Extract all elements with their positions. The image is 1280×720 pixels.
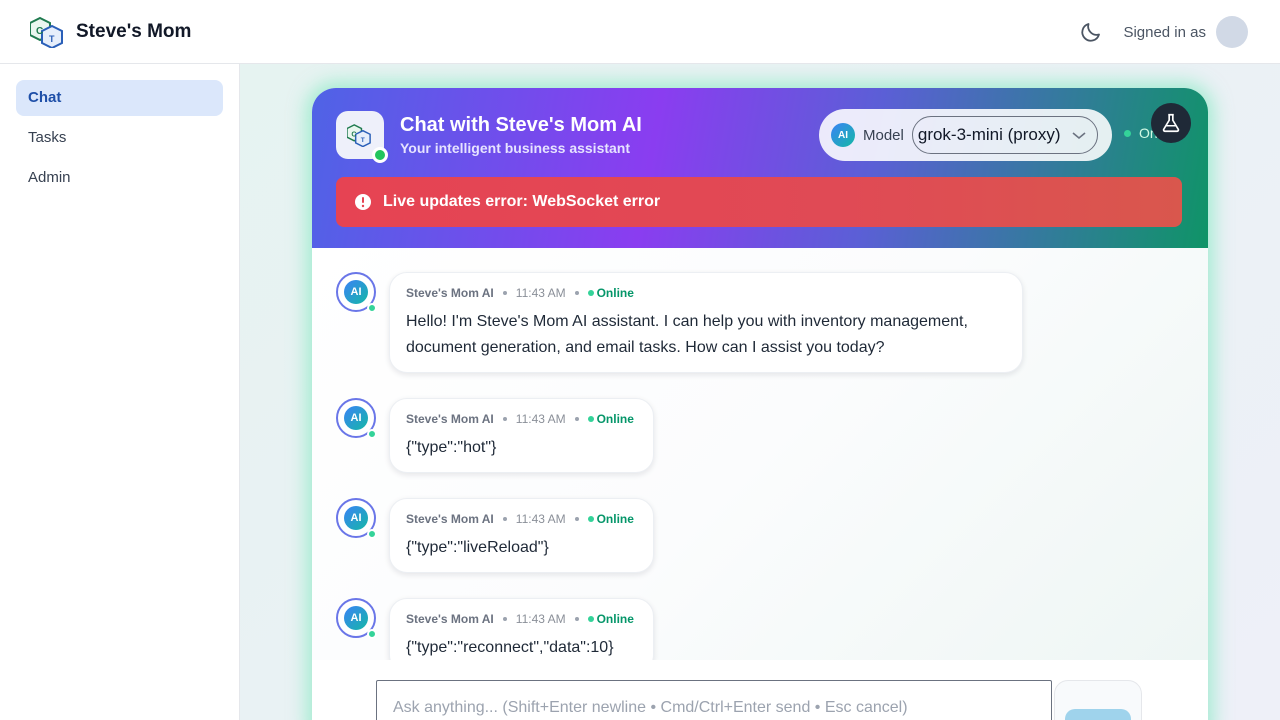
model-select-value: grok-3-mini (proxy)	[917, 125, 1061, 144]
meta-separator	[502, 417, 507, 421]
message-bubble: Steve's Mom AI 11:43 AM Online Hello! I'…	[389, 272, 1023, 373]
ai-avatar: AI	[336, 398, 377, 439]
top-bar: C T Steve's Mom Signed in as	[0, 0, 1280, 64]
avatar-online-dot	[367, 303, 377, 313]
sender-name: Steve's Mom AI	[406, 512, 494, 526]
avatar-online-dot	[367, 629, 377, 639]
main-area: C T Chat with Steve's Mom AI Your intell…	[240, 64, 1280, 720]
ai-avatar: AI	[336, 498, 377, 539]
avatar-online-dot	[367, 529, 377, 539]
chevron-down-icon	[1072, 132, 1086, 140]
message-text: {"type":"hot"}	[406, 439, 497, 456]
ai-avatar-label: AI	[344, 606, 368, 630]
sender-name: Steve's Mom AI	[406, 286, 494, 300]
message-input[interactable]: Ask anything... (Shift+Enter newline • C…	[376, 680, 1052, 720]
model-badge: AI	[831, 123, 855, 147]
svg-text:T: T	[49, 34, 55, 44]
meta-separator	[574, 291, 579, 295]
online-status: Online	[596, 286, 634, 300]
send-container	[1054, 680, 1142, 720]
message-time: 11:43 AM	[515, 512, 566, 526]
message-time: 11:43 AM	[515, 612, 566, 626]
message-bubble: Steve's Mom AI 11:43 AM Online {"type":"…	[389, 498, 654, 573]
meta-separator	[574, 617, 579, 621]
send-button[interactable]	[1065, 709, 1131, 720]
moon-icon[interactable]	[1079, 20, 1103, 44]
top-right-controls: Signed in as	[1079, 16, 1248, 48]
message-text: Hello! I'm Steve's Mom AI assistant. I c…	[406, 313, 968, 356]
svg-text:T: T	[361, 137, 365, 144]
chat-online-dot	[372, 147, 388, 163]
flask-icon	[1162, 113, 1180, 133]
meta-separator	[574, 517, 579, 521]
message-meta: Steve's Mom AI 11:43 AM Online	[406, 511, 637, 527]
brand-name: Steve's Mom	[76, 20, 192, 42]
meta-separator	[502, 517, 507, 521]
user-avatar[interactable]	[1216, 16, 1248, 48]
chat-logo: C T	[336, 111, 388, 163]
model-label: Model	[863, 126, 904, 144]
message-time: 11:43 AM	[515, 286, 566, 300]
online-dot	[587, 616, 594, 622]
ai-avatar-label: AI	[344, 280, 368, 304]
chat-subtitle: Your intelligent business assistant	[400, 140, 631, 156]
message-meta: Steve's Mom AI 11:43 AM Online	[406, 611, 637, 627]
online-status: Online	[596, 412, 634, 426]
message-bubble: Steve's Mom AI 11:43 AM Online {"type":"…	[389, 598, 654, 660]
message-meta: Steve's Mom AI 11:43 AM Online	[406, 285, 1006, 301]
chat-logo-icon: C T	[347, 124, 371, 147]
chat-card: C T Chat with Steve's Mom AI Your intell…	[312, 88, 1208, 720]
error-banner: Live updates error: WebSocket error	[336, 177, 1182, 227]
message-meta: Steve's Mom AI 11:43 AM Online	[406, 411, 637, 427]
message-text: {"type":"reconnect","data":10}	[406, 639, 614, 656]
online-status: Online	[596, 512, 634, 526]
signed-in-label: Signed in as	[1123, 23, 1206, 41]
sidebar-item-tasks[interactable]: Tasks	[16, 120, 223, 156]
alert-circle-icon	[355, 194, 371, 210]
message-list: AI Steve's Mom AI 11:43 AM Online Hello!…	[312, 248, 1208, 660]
message-bubble: Steve's Mom AI 11:43 AM Online {"type":"…	[389, 398, 654, 473]
sender-name: Steve's Mom AI	[406, 412, 494, 426]
message-text: {"type":"liveReload"}	[406, 539, 549, 556]
flask-button[interactable]	[1151, 103, 1191, 143]
error-text: Live updates error: WebSocket error	[383, 193, 661, 210]
message-time: 11:43 AM	[515, 412, 566, 426]
online-dot	[587, 416, 594, 422]
brand[interactable]: C T Steve's Mom	[30, 16, 191, 48]
avatar-online-dot	[367, 429, 377, 439]
meta-separator	[502, 617, 507, 621]
ai-avatar-label: AI	[344, 406, 368, 430]
online-dot	[587, 516, 594, 522]
online-status: Online	[596, 612, 634, 626]
sidebar-item-admin[interactable]: Admin	[16, 160, 223, 196]
svg-text:C: C	[351, 129, 357, 138]
online-dot	[587, 290, 594, 296]
sidebar: Chat Tasks Admin	[0, 64, 240, 720]
meta-separator	[502, 291, 507, 295]
sidebar-item-chat[interactable]: Chat	[16, 80, 223, 116]
meta-separator	[574, 417, 579, 421]
sender-name: Steve's Mom AI	[406, 612, 494, 626]
composer-area: Ask anything... (Shift+Enter newline • C…	[312, 660, 1208, 720]
model-select[interactable]: grok-3-mini (proxy)	[911, 116, 1098, 154]
chat-title: Chat with Steve's Mom AI	[400, 114, 642, 136]
chat-header: C T Chat with Steve's Mom AI Your intell…	[312, 88, 1208, 248]
brand-logo-icon: C T	[30, 16, 63, 48]
model-selector: AI Model grok-3-mini (proxy)	[819, 109, 1112, 161]
ai-avatar: AI	[336, 272, 377, 313]
ai-avatar: AI	[336, 598, 377, 639]
svg-text:C: C	[36, 26, 43, 37]
status-dot	[1124, 129, 1131, 137]
ai-avatar-label: AI	[344, 506, 368, 530]
